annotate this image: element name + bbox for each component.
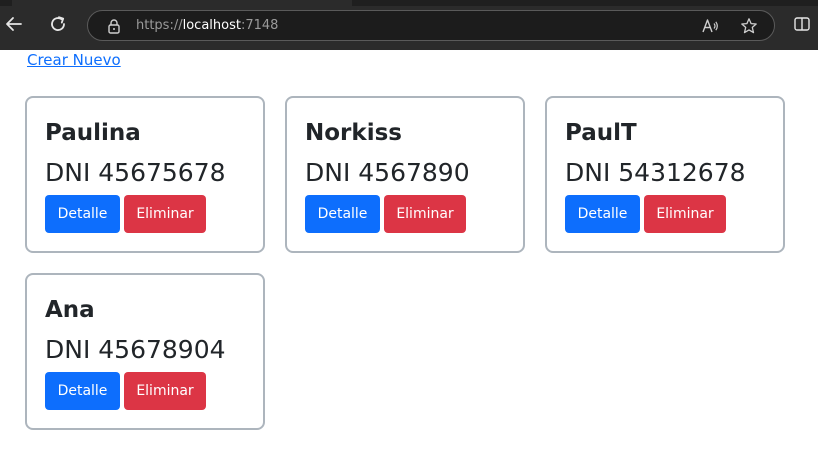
person-dni: DNI 45678904 — [45, 335, 226, 364]
person-dni: DNI 45675678 — [45, 158, 226, 187]
person-name: PaulT — [565, 120, 637, 146]
lock-icon[interactable] — [105, 17, 123, 35]
person-card: Norkiss DNI 4567890 Detalle Eliminar — [285, 96, 525, 253]
tab-strip — [0, 0, 818, 6]
person-card: PaulT DNI 54312678 Detalle Eliminar — [545, 96, 785, 253]
url-scheme: https:// — [136, 18, 183, 33]
person-dni: DNI 54312678 — [565, 158, 746, 187]
split-screen-icon — [794, 17, 810, 31]
arrow-left-icon — [6, 17, 22, 31]
back-button[interactable] — [2, 12, 26, 36]
detail-button[interactable]: Detalle — [45, 195, 120, 233]
detail-button[interactable]: Detalle — [565, 195, 640, 233]
split-screen-button[interactable] — [792, 14, 812, 34]
address-bar[interactable]: https://localhost:7148 — [87, 10, 775, 41]
url-port: :7148 — [240, 18, 279, 33]
person-name: Ana — [45, 297, 95, 323]
read-aloud-icon — [702, 19, 718, 33]
active-tab[interactable] — [12, 0, 352, 6]
person-name: Norkiss — [305, 120, 402, 146]
favorite-button[interactable] — [739, 16, 759, 36]
person-name: Paulina — [45, 120, 141, 146]
reload-icon — [51, 16, 65, 31]
reload-button[interactable] — [46, 12, 70, 36]
person-card: Paulina DNI 45675678 Detalle Eliminar — [25, 96, 265, 253]
delete-button[interactable]: Eliminar — [124, 195, 206, 233]
delete-button[interactable]: Eliminar — [644, 195, 726, 233]
delete-button[interactable]: Eliminar — [124, 372, 206, 410]
delete-button[interactable]: Eliminar — [384, 195, 466, 233]
read-aloud-button[interactable] — [700, 16, 720, 36]
create-new-link[interactable]: Crear Nuevo — [27, 50, 121, 70]
url-host: localhost — [182, 18, 241, 33]
detail-button[interactable]: Detalle — [45, 372, 120, 410]
person-card: Ana DNI 45678904 Detalle Eliminar — [25, 273, 265, 430]
star-icon — [741, 18, 757, 34]
browser-toolbar: https://localhost:7148 — [0, 0, 818, 50]
person-dni: DNI 4567890 — [305, 158, 470, 187]
detail-button[interactable]: Detalle — [305, 195, 380, 233]
url-text[interactable]: https://localhost:7148 — [136, 17, 278, 35]
